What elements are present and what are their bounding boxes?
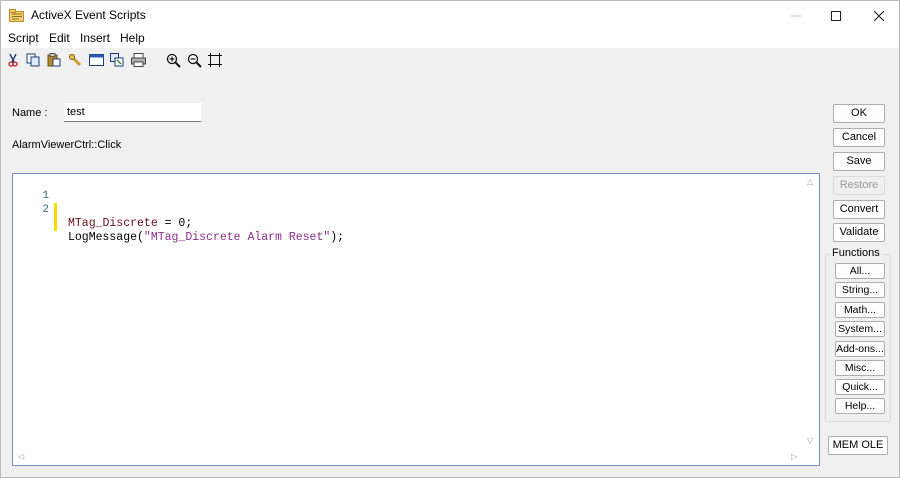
close-icon (874, 10, 884, 21)
code-function: LogMessage( (68, 231, 144, 244)
copy-icon (26, 53, 40, 67)
code-string: "MTag_Discrete Alarm Reset" (143, 231, 331, 244)
scroll-left-icon[interactable]: ◁ (18, 452, 24, 461)
window-button[interactable] (87, 51, 105, 69)
title-bar[interactable]: ActiveX Event Scripts (1, 1, 899, 30)
cancel-button[interactable]: Cancel (833, 128, 885, 147)
functions-help-button[interactable]: Help... (835, 398, 885, 414)
print-button[interactable] (129, 51, 147, 69)
mem-ole-button[interactable]: MEM OLE (828, 436, 888, 455)
code-variable: MTag_Discrete (68, 217, 158, 230)
menu-bar: Script Edit Insert Help (1, 30, 899, 48)
paste-button[interactable] (45, 51, 63, 69)
script-editor[interactable]: 1 MTag_Discrete = 0; 2 LogMessage("MTag_… (12, 173, 820, 466)
name-input-value: test (67, 106, 85, 118)
minimize-icon (791, 15, 801, 16)
change-marker (54, 217, 57, 231)
zoom-in-button[interactable] (164, 51, 182, 69)
functions-quick-button[interactable]: Quick... (835, 379, 885, 395)
menu-script[interactable]: Script (8, 31, 39, 45)
cut-icon (8, 53, 18, 67)
print-icon (130, 53, 146, 67)
vertical-scrollbar[interactable]: △ ▽ (803, 174, 819, 450)
functions-misc-button[interactable]: Misc... (835, 360, 885, 376)
code-text: MTag_Discrete = 0; (68, 217, 192, 231)
cut-button[interactable] (4, 51, 22, 69)
functions-string-button[interactable]: String... (835, 282, 885, 298)
event-label: AlarmViewerCtrl::Click (12, 139, 122, 151)
paste-icon (47, 53, 61, 67)
zoom-in-icon (166, 53, 181, 68)
script-folder-icon (9, 9, 24, 22)
validate-button[interactable]: Validate (833, 223, 885, 242)
functions-system-button[interactable]: System... (835, 321, 885, 337)
activex-event-scripts-window: ActiveX Event Scripts Script Edit Insert… (0, 0, 900, 478)
convert-button[interactable]: Convert (833, 200, 885, 219)
menu-edit[interactable]: Edit (49, 31, 70, 45)
functions-math-button[interactable]: Math... (835, 302, 885, 318)
functions-all-button[interactable]: All... (835, 263, 885, 279)
menu-help[interactable]: Help (120, 31, 145, 45)
code-punctuation: ); (330, 231, 345, 244)
fit-icon (208, 53, 222, 67)
find-button[interactable] (66, 51, 84, 69)
fit-button[interactable] (206, 51, 224, 69)
code-line: 1 MTag_Discrete = 0; (13, 175, 803, 230)
functions-group (825, 254, 891, 422)
save-button[interactable]: Save (833, 152, 885, 171)
maximize-button[interactable] (813, 1, 859, 30)
link-button[interactable] (108, 51, 126, 69)
code-operator: = 0; (157, 217, 193, 230)
scroll-right-icon[interactable]: ▷ (791, 452, 797, 461)
close-button[interactable] (856, 1, 900, 30)
change-marker (54, 203, 57, 217)
scroll-down-icon[interactable]: ▽ (807, 436, 813, 445)
code-text: LogMessage("MTag_Discrete Alarm Reset"); (68, 231, 344, 245)
functions-addons-button[interactable]: Add-ons... (835, 341, 885, 357)
link-icon (110, 53, 124, 67)
horizontal-scrollbar[interactable]: ◁ ▷ (13, 449, 819, 465)
zoom-out-icon (187, 53, 202, 68)
copy-button[interactable] (24, 51, 42, 69)
ok-button[interactable]: OK (833, 104, 885, 123)
name-label: Name : (12, 107, 48, 119)
zoom-out-button[interactable] (185, 51, 203, 69)
window-icon (88, 53, 104, 66)
restore-button[interactable]: Restore (833, 176, 885, 195)
find-icon (68, 53, 82, 67)
toolbar (1, 49, 899, 71)
window-title: ActiveX Event Scripts (31, 8, 146, 22)
line-number: 2 (42, 204, 49, 216)
menu-insert[interactable]: Insert (80, 31, 110, 45)
code-line: 2 LogMessage("MTag_Discrete Alarm Reset"… (13, 189, 803, 244)
functions-title: Functions (830, 247, 882, 259)
maximize-icon (831, 10, 841, 21)
scroll-up-icon[interactable]: △ (807, 177, 813, 186)
